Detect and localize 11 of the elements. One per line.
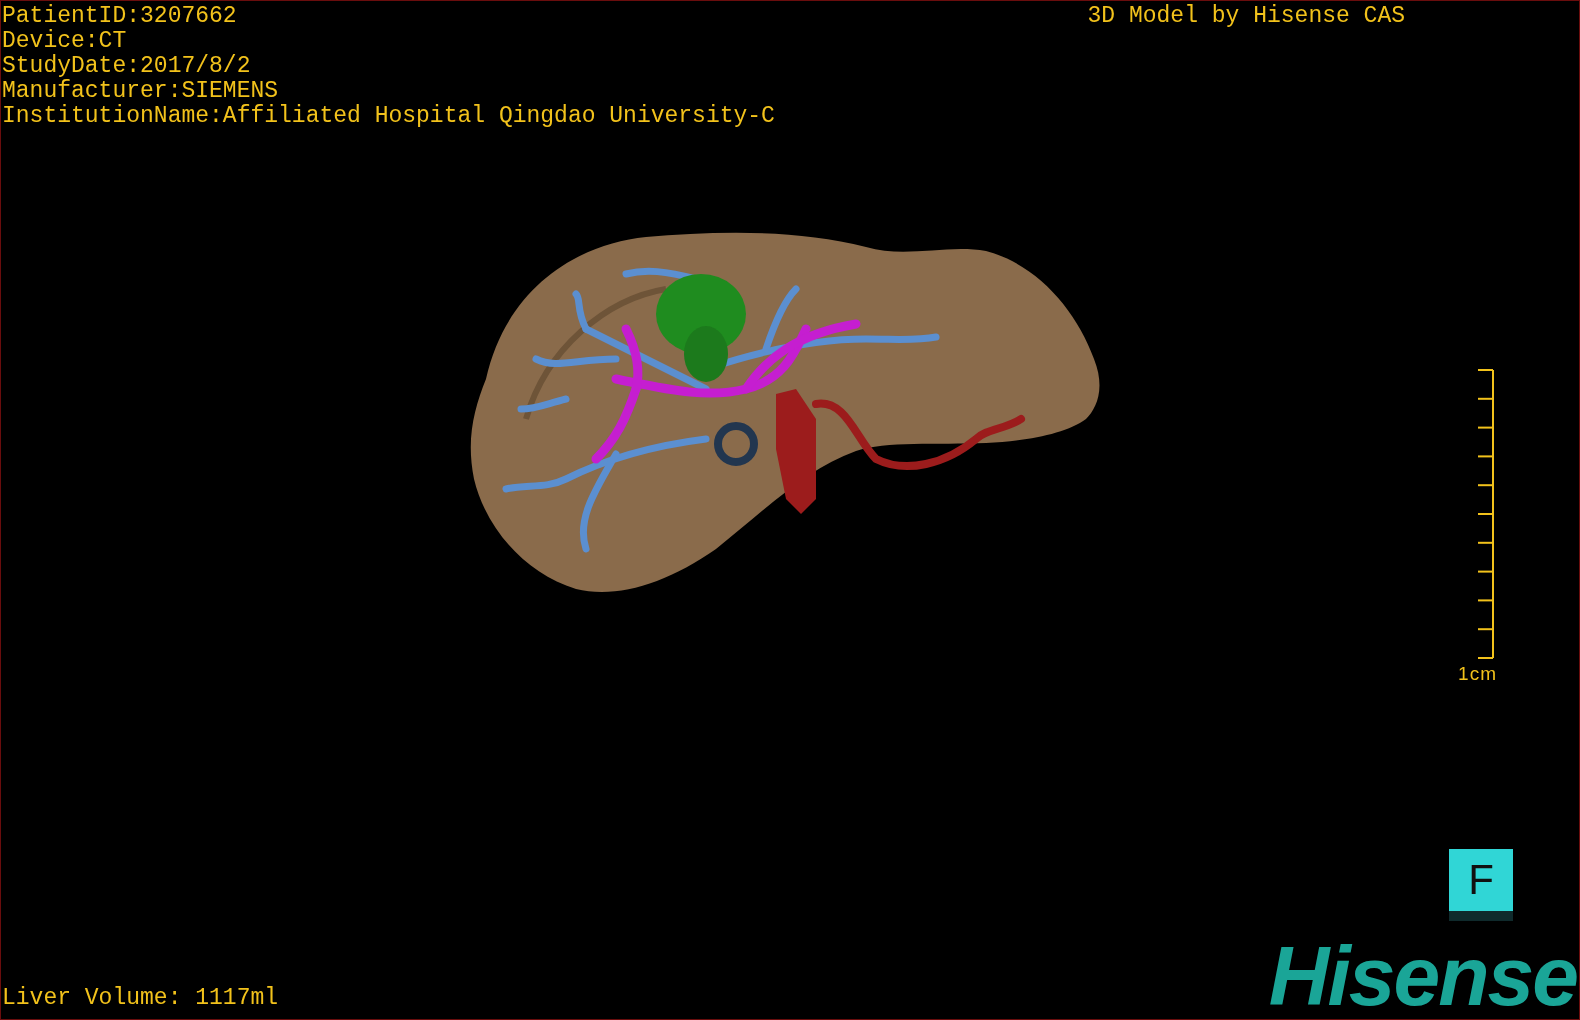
viewer-title: 3D Model by Hisense CAS: [1087, 4, 1405, 29]
brand-logo: Hisense: [1268, 941, 1577, 1011]
scale-label: 1cm: [1458, 663, 1497, 685]
info-text: StudyDate:2017/8/2: [2, 54, 252, 79]
info-text: InstitutionName:Affiliated Hospital Qingdao University-C: [2, 104, 775, 129]
info-text: PatientID:3207662: [2, 4, 238, 29]
info-text: Manufacturer:SIEMENS: [2, 79, 280, 104]
cube-shadow: [1449, 911, 1513, 921]
volume-text: Liver Volume: 1117ml: [2, 986, 279, 1011]
orientation-cube[interactable]: F: [1449, 849, 1513, 911]
info-text: Device:CT: [2, 29, 128, 54]
